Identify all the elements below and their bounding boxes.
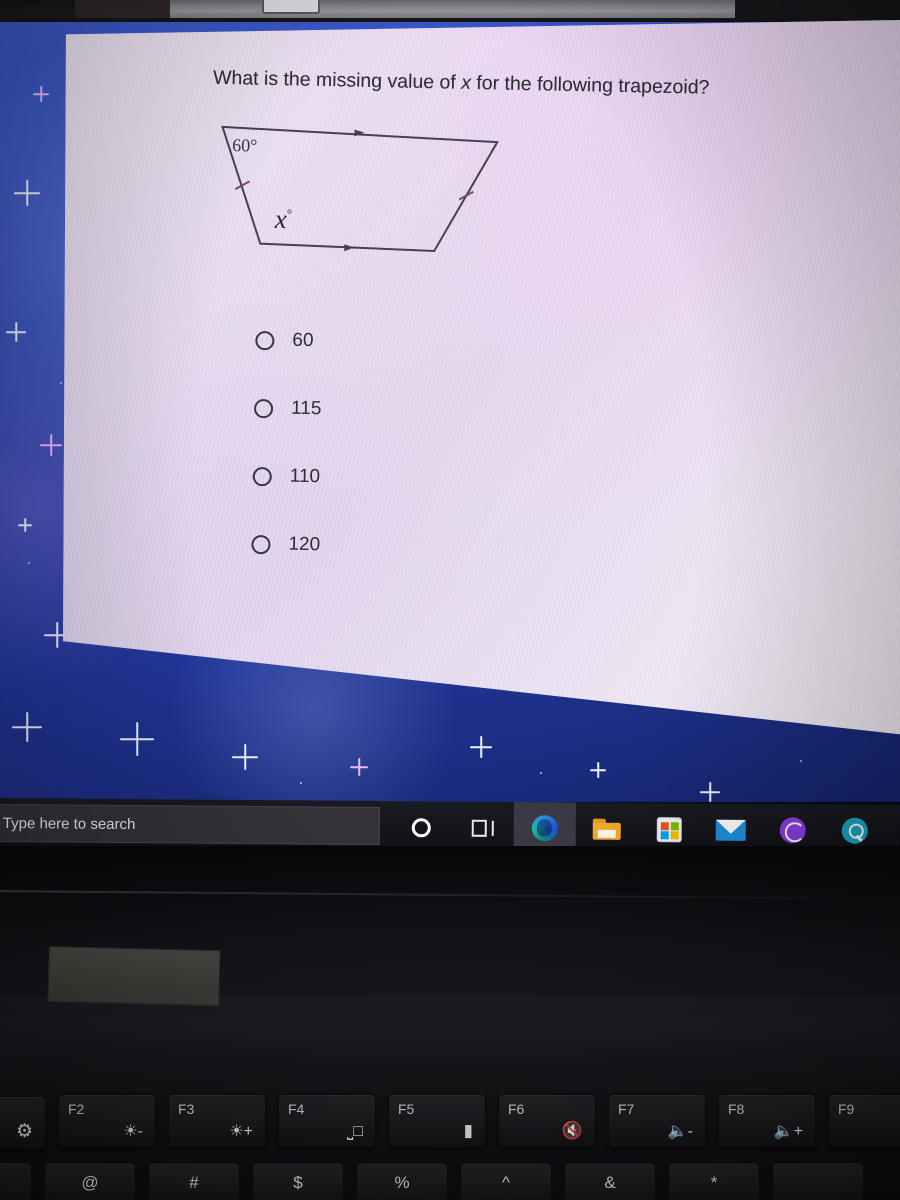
question-suffix: for the following trapezoid? (470, 71, 710, 99)
wallpaper-star (14, 180, 40, 206)
palm-rest (0, 996, 900, 1066)
key-symbol: % (394, 1173, 410, 1192)
question-text: What is the missing value of x for the f… (213, 66, 833, 104)
key-label: F8 (728, 1101, 745, 1117)
laptop-photo: What is the missing value of x for the f… (0, 0, 900, 1200)
key-label: F9 (838, 1101, 855, 1117)
volume-down-icon: 🔈- (667, 1123, 693, 1140)
wallpaper-star (12, 712, 42, 742)
option-row[interactable]: 110 (252, 462, 673, 498)
mute-icon: 🔇 (561, 1121, 583, 1140)
edge-icon (531, 815, 558, 842)
key-f2[interactable]: F2 ☀- (58, 1094, 156, 1148)
key-f5[interactable]: F5 ▮ (388, 1094, 486, 1148)
key-symbol: @ (81, 1173, 99, 1192)
search-lens-icon (841, 817, 868, 844)
key-dollar[interactable]: $ (252, 1162, 344, 1200)
key-extra[interactable] (772, 1162, 864, 1200)
keyboard-number-row: ! @ # $ % ^ & * (0, 1152, 900, 1200)
task-view-icon (471, 819, 494, 837)
touchpad-toggle-icon: ▮ (463, 1121, 473, 1140)
key-symbol: * (710, 1173, 718, 1192)
answer-options-list: 60 115 110 120 (250, 326, 675, 606)
wallpaper-star (18, 518, 32, 532)
brightness-up-icon: ☀+ (229, 1123, 253, 1140)
key-f9[interactable]: F9 (828, 1094, 900, 1148)
laptop-screen: What is the missing value of x for the f… (0, 0, 900, 862)
laptop-hinge (0, 890, 900, 900)
cortana-icon (411, 817, 431, 837)
radio-button-icon[interactable] (253, 398, 274, 418)
angle-label-x: x° (274, 204, 292, 235)
mail-icon (715, 819, 746, 841)
volume-up-icon: 🔈+ (773, 1123, 803, 1140)
key-caret[interactable]: ^ (460, 1162, 552, 1200)
option-label: 115 (290, 397, 322, 420)
key-symbol: & (604, 1173, 616, 1192)
wallpaper-star (232, 744, 258, 770)
key-ampersand[interactable]: & (564, 1162, 656, 1200)
microsoft-store-icon (656, 816, 682, 842)
wallpaper-star (590, 762, 606, 778)
key-f1[interactable]: F1 ⚙ (0, 1096, 46, 1150)
browser-toolbar-left (75, 0, 170, 18)
question-variable: x (460, 71, 472, 94)
option-row[interactable]: 115 (253, 394, 674, 430)
wallpaper-star (33, 86, 49, 102)
key-percent[interactable]: % (356, 1162, 448, 1200)
x-degree-symbol: ° (286, 206, 293, 222)
brightness-down-icon: ☀- (123, 1123, 143, 1140)
keyboard-function-row: F1 ⚙ F2 ☀- F3 ☀+ F4 ⎵□ F5 ▮ F6 🔇 F7 🔈- F… (0, 1090, 900, 1152)
key-f4[interactable]: F4 ⎵□ (278, 1094, 376, 1148)
key-f8[interactable]: F8 🔈+ (718, 1094, 816, 1148)
file-explorer-icon (592, 818, 621, 840)
trapezoid-figure: 60° x° (211, 115, 554, 301)
wallpaper-star (40, 434, 62, 456)
project-display-icon: ⎵□ (346, 1123, 363, 1140)
key-exclamation[interactable]: ! (0, 1162, 32, 1200)
search-placeholder-text: Type here to search (2, 814, 136, 833)
wallpaper-star (6, 322, 26, 342)
taskbar-search-input[interactable]: Type here to search (0, 803, 380, 845)
radio-button-icon[interactable] (251, 534, 271, 554)
key-at[interactable]: @ (44, 1162, 136, 1200)
x-variable: x (274, 203, 288, 235)
option-row[interactable]: 60 (255, 326, 675, 362)
radio-button-icon[interactable] (255, 330, 275, 350)
key-asterisk[interactable]: * (668, 1162, 760, 1200)
question-prefix: What is the missing value of (212, 66, 462, 94)
key-hash[interactable]: # (148, 1162, 240, 1200)
option-label: 120 (288, 533, 321, 556)
browser-toolbar-strip (75, 0, 735, 18)
key-f3[interactable]: F3 ☀+ (168, 1094, 266, 1148)
option-label: 110 (289, 465, 321, 488)
wallpaper-star (350, 758, 368, 776)
angle-label-60: 60° (231, 135, 258, 156)
key-f6[interactable]: F6 🔇 (498, 1094, 596, 1148)
option-row[interactable]: 120 (251, 530, 671, 566)
key-label: F2 (68, 1101, 85, 1117)
key-label: F3 (178, 1101, 195, 1117)
browser-toolbar-right (735, 0, 900, 20)
wallpaper-star (470, 736, 492, 758)
key-label: F7 (618, 1101, 635, 1117)
key-f7[interactable]: F7 🔈- (608, 1094, 706, 1148)
option-label: 60 (292, 329, 314, 352)
gear-icon: ⚙ (15, 1121, 33, 1142)
key-label: F4 (288, 1101, 305, 1117)
browser-tab[interactable] (262, 0, 320, 14)
key-symbol: $ (293, 1173, 303, 1192)
key-symbol: ^ (502, 1173, 510, 1192)
sync-icon (779, 817, 806, 844)
radio-button-icon[interactable] (252, 466, 272, 486)
wallpaper-star (120, 722, 154, 756)
key-symbol: # (189, 1173, 199, 1192)
quiz-content-panel: What is the missing value of x for the f… (63, 20, 900, 735)
wallpaper-star (700, 782, 720, 802)
key-label: F6 (508, 1101, 525, 1117)
key-label: F5 (398, 1101, 415, 1117)
